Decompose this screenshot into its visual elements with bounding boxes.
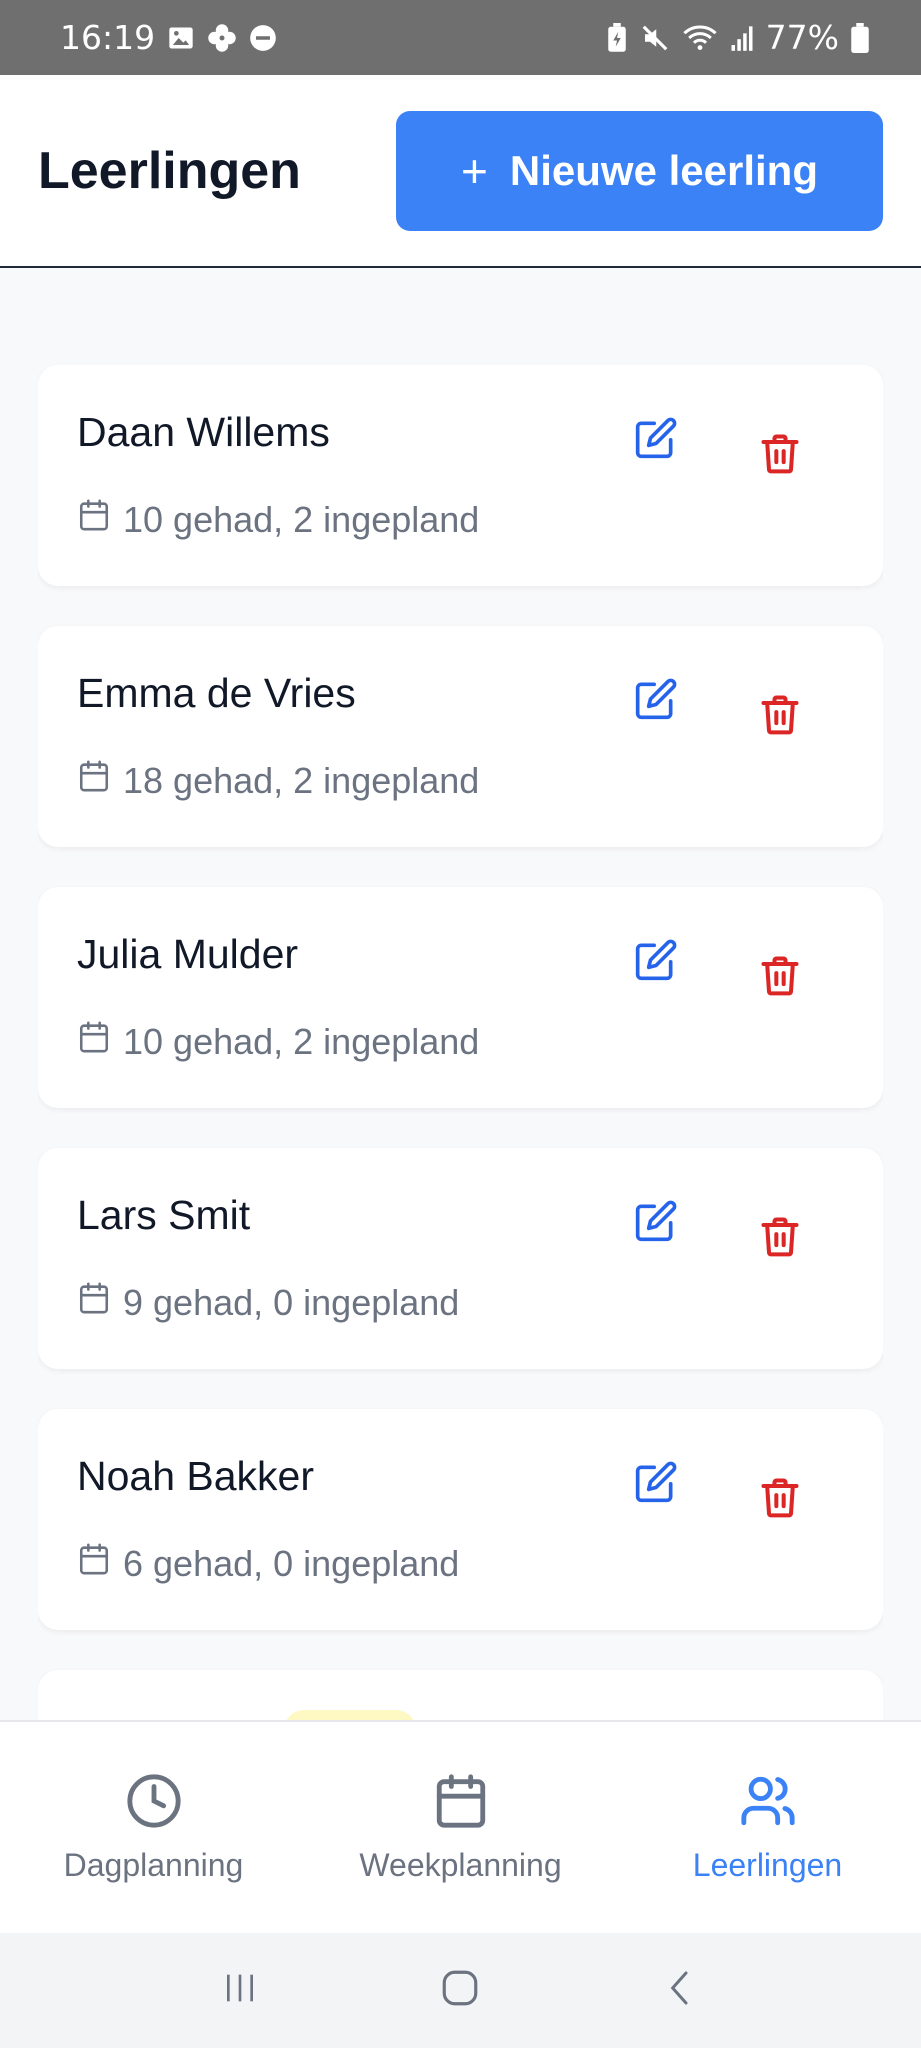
mute-icon — [640, 23, 670, 53]
bottom-nav: Dagplanning Weekplanning Leerlingen — [0, 1720, 921, 1933]
nav-label: Leerlingen — [692, 1846, 843, 1883]
student-name: Daan Willems — [77, 409, 330, 455]
calendar-icon — [77, 1281, 111, 1324]
delete-student-button[interactable] — [758, 1214, 802, 1258]
edit-student-button[interactable] — [634, 677, 678, 721]
recent-apps-icon — [220, 1968, 260, 2013]
delete-student-button[interactable] — [758, 431, 802, 475]
clock-icon — [125, 1772, 183, 1835]
student-lessons-text: 18 gehad, 2 ingepland — [123, 759, 480, 801]
edit-icon — [634, 1200, 678, 1247]
student-lessons: 6 gehad, 0 ingepland — [77, 1542, 459, 1585]
new-student-button[interactable]: + Nieuwe leerling — [396, 110, 883, 231]
student-lessons: 18 gehad, 2 ingepland — [77, 759, 479, 802]
student-lessons-text: 10 gehad, 2 ingepland — [123, 498, 480, 540]
page-title: Leerlingen — [38, 141, 301, 200]
nav-item-dagplanning[interactable]: Dagplanning — [4, 1772, 304, 1884]
dnd-icon — [249, 24, 277, 52]
student-lessons-text: 10 gehad, 2 ingepland — [123, 1020, 480, 1062]
delete-student-button[interactable] — [758, 1475, 802, 1519]
student-card[interactable]: Daan Willems 10 gehad, 2 ingepland — [38, 365, 883, 586]
delete-student-button[interactable] — [758, 953, 802, 997]
trash-icon — [758, 1478, 802, 1523]
back-icon — [661, 1968, 701, 2013]
student-lessons-text: 6 gehad, 0 ingepland — [123, 1542, 460, 1584]
edit-icon — [634, 678, 678, 725]
nav-label: Weekplanning — [359, 1846, 562, 1883]
back-button[interactable] — [651, 1961, 711, 2021]
edit-student-button[interactable] — [634, 1199, 678, 1243]
nav-item-weekplanning[interactable]: Weekplanning — [311, 1772, 611, 1884]
student-card[interactable]: Noah Bakker 6 gehad, 0 ingepland — [38, 1409, 883, 1630]
student-card[interactable]: Emma de Vries 18 gehad, 2 ingepland — [38, 626, 883, 847]
image-icon — [167, 24, 195, 52]
battery-icon — [851, 22, 869, 53]
wifi-icon — [682, 23, 718, 53]
system-nav-bar — [0, 1933, 921, 2048]
battery-percent: 77% — [765, 18, 839, 57]
recent-apps-button[interactable] — [210, 1961, 270, 2021]
status-badge — [284, 1710, 416, 1720]
app-header: Leerlingen + Nieuwe leerling — [0, 75, 921, 268]
edit-student-button[interactable] — [634, 416, 678, 460]
trash-icon — [758, 695, 802, 740]
status-time: 16:19 — [60, 18, 156, 57]
edit-icon — [634, 1461, 678, 1508]
calendar-icon — [77, 1542, 111, 1585]
student-card[interactable]: Lars Smit 9 gehad, 0 ingepland — [38, 1148, 883, 1369]
student-list: Daan Willems 10 gehad, 2 ingepland Emma … — [38, 365, 883, 1720]
student-name: Emma de Vries — [77, 670, 356, 716]
student-lessons-text: 9 gehad, 0 ingepland — [123, 1281, 460, 1323]
student-lessons: 9 gehad, 0 ingepland — [77, 1281, 459, 1324]
users-icon — [739, 1772, 797, 1835]
calendar-icon — [432, 1772, 490, 1835]
student-lessons: 10 gehad, 2 ingepland — [77, 1020, 479, 1063]
home-button[interactable] — [430, 1961, 490, 2021]
nav-label: Dagplanning — [63, 1846, 244, 1883]
edit-student-button[interactable] — [634, 1460, 678, 1504]
edit-icon — [634, 417, 678, 464]
student-name: Lars Smit — [77, 1192, 251, 1238]
calendar-icon — [77, 498, 111, 541]
plus-icon: + — [461, 144, 488, 197]
signal-icon — [730, 24, 754, 52]
student-name: Noah Bakker — [77, 1453, 315, 1499]
status-bar: 16:19 77% — [0, 0, 921, 75]
nav-item-leerlingen[interactable]: Leerlingen — [618, 1772, 918, 1884]
edit-student-button[interactable] — [634, 938, 678, 982]
battery-saver-icon — [606, 22, 628, 53]
student-name: Julia Mulder — [77, 931, 299, 977]
trash-icon — [758, 956, 802, 1001]
calendar-icon — [77, 1020, 111, 1063]
home-icon — [439, 1967, 481, 2014]
student-card-partial[interactable] — [38, 1670, 883, 1720]
pinwheel-icon — [207, 23, 237, 53]
edit-icon — [634, 939, 678, 986]
trash-icon — [758, 1217, 802, 1262]
student-lessons: 10 gehad, 2 ingepland — [77, 498, 479, 541]
trash-icon — [758, 434, 802, 479]
new-student-button-label: Nieuwe leerling — [509, 146, 818, 194]
delete-student-button[interactable] — [758, 692, 802, 736]
calendar-icon — [77, 759, 111, 802]
student-card[interactable]: Julia Mulder 10 gehad, 2 ingepland — [38, 887, 883, 1108]
